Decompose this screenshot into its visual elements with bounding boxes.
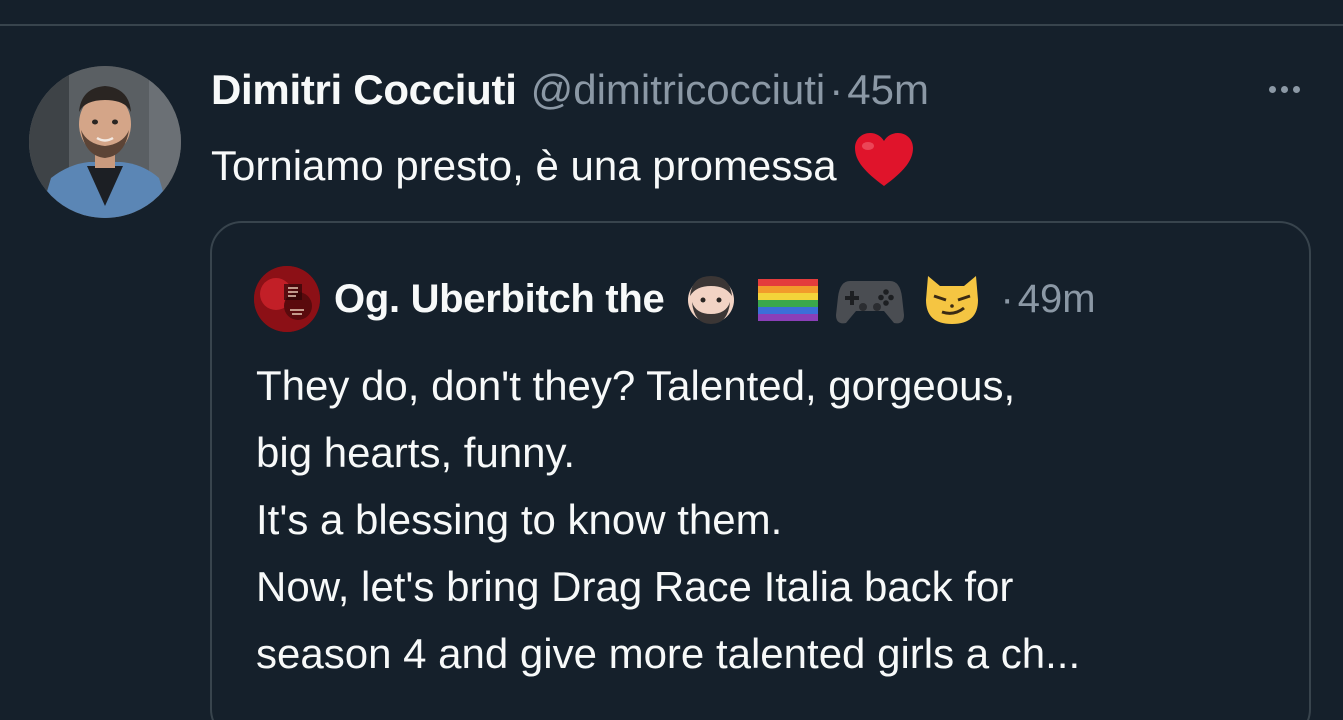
author-handle[interactable]: @dimitricocciuti [531,64,826,116]
tweet-header: Dimitri Cocciuti @dimitricocciuti · 45m [211,64,929,116]
quoted-separator-dot: · [1000,276,1014,321]
quoted-text-line: big hearts, funny. [256,429,576,476]
quoted-text-line: season 4 and give more talented girls a … [256,630,1081,677]
ellipsis-icon-dot [1292,85,1300,93]
quoted-text-line: Now, let's bring Drag Race Italia back f… [256,563,1014,610]
tweet-text-content: Torniamo presto, è una promessa [211,142,837,189]
separator-dot: · [829,66,844,113]
quoted-text-line: They do, don't they? Talented, gorgeous, [256,362,1016,409]
quoted-tweet-header: Og. Uberbitch the · 49m [334,270,1096,328]
man-beard-emoji-icon [682,270,740,328]
author-avatar[interactable] [29,66,181,218]
timeline-divider [0,24,1343,26]
rainbow-flag-emoji-icon [758,277,819,321]
quoted-author-avatar[interactable] [254,266,320,332]
quoted-tweet-text: They do, don't they? Talented, gorgeous,… [256,352,1286,687]
game-controller-emoji-icon [836,271,905,327]
more-options-button[interactable] [1256,74,1312,104]
quoted-tweet-timestamp[interactable]: 49m [1018,277,1096,322]
avatar-photo [29,66,181,218]
author-display-name[interactable]: Dimitri Cocciuti [211,64,517,116]
tweet-timestamp[interactable]: 45m [847,64,929,116]
quoted-text-line: It's a blessing to know them. [256,496,783,543]
quoted-author-display-name[interactable]: Og. Uberbitch the [334,277,665,322]
quoted-avatar-image [254,266,320,332]
tweet-text: Torniamo presto, è una promessa [211,130,915,202]
ellipsis-icon-dot [1280,85,1288,93]
red-heart-icon [853,132,915,204]
ellipsis-icon-dot [1268,85,1276,93]
smirking-cat-emoji-icon [922,270,982,328]
